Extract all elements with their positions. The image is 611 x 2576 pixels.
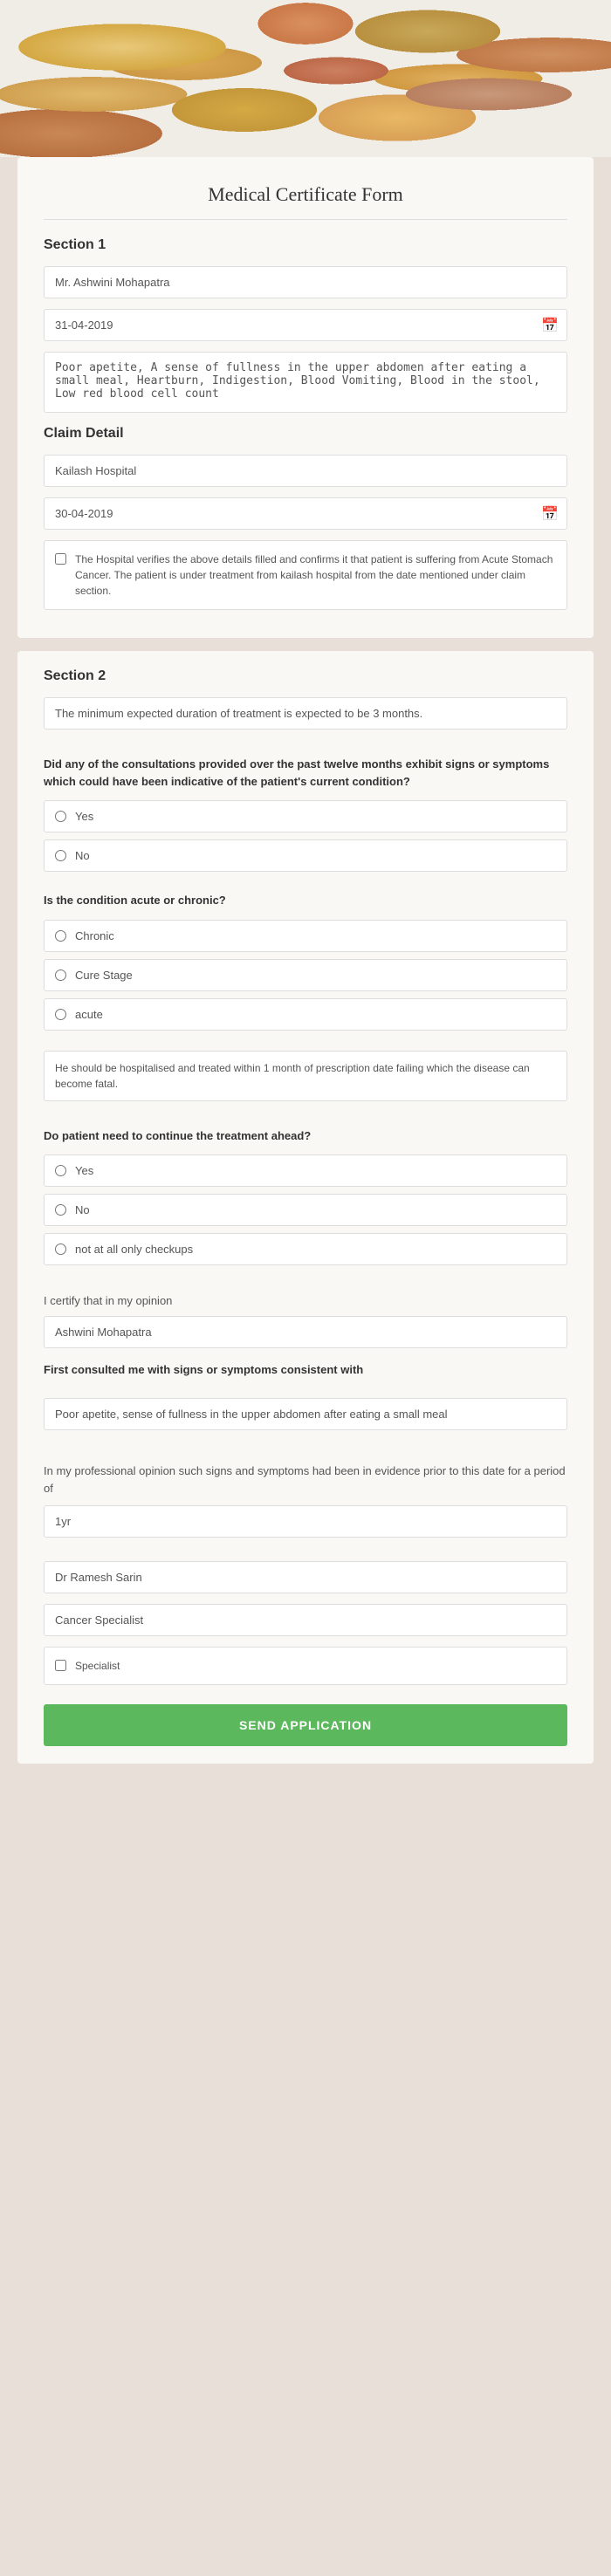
symptoms-textarea[interactable]: Poor apetite, A sense of fullness in the… — [44, 352, 567, 413]
notice-text: He should be hospitalised and treated wi… — [44, 1051, 567, 1101]
q3-no-label: No — [75, 1203, 90, 1216]
question2-text: Is the condition acute or chronic? — [44, 892, 567, 909]
specialist-checkbox-container[interactable]: Specialist — [44, 1647, 567, 1685]
date1-input[interactable] — [44, 309, 567, 341]
q2-curestage-option[interactable]: Cure Stage — [44, 959, 567, 991]
pills-background — [0, 0, 611, 157]
first-consulted-input[interactable] — [44, 1398, 567, 1430]
certify-name-input[interactable] — [44, 1316, 567, 1348]
q1-yes-radio[interactable] — [55, 811, 66, 822]
date2-input[interactable] — [44, 497, 567, 530]
q1-no-label: No — [75, 849, 90, 862]
q3-yes-radio[interactable] — [55, 1165, 66, 1176]
hospital-verify-checkbox[interactable] — [55, 553, 66, 565]
gap4 — [44, 1038, 567, 1051]
question3-text: Do patient need to continue the treatmen… — [44, 1127, 567, 1145]
calendar2-icon: 📅 — [541, 505, 559, 523]
q1-yes-option[interactable]: Yes — [44, 800, 567, 832]
q1-no-option[interactable]: No — [44, 839, 567, 872]
period-input[interactable] — [44, 1505, 567, 1538]
gap2 — [44, 743, 567, 756]
hero-image — [0, 0, 611, 157]
first-consulted-label: First consulted me with signs or symptom… — [44, 1363, 567, 1376]
gap9 — [44, 1548, 567, 1561]
claim-detail-title: Claim Detail — [44, 426, 567, 442]
hospital-name-input[interactable] — [44, 455, 567, 487]
date2-wrapper: 📅 — [44, 497, 567, 530]
send-application-button[interactable]: SEND APPLICATION — [44, 1704, 567, 1746]
q3-checkups-option[interactable]: not at all only checkups — [44, 1233, 567, 1265]
section2-title: Section 2 — [44, 668, 567, 684]
page-wrapper: Medical Certificate Form Section 1 📅 Poo… — [0, 0, 611, 1764]
q3-checkups-radio[interactable] — [55, 1243, 66, 1255]
q1-yes-label: Yes — [75, 810, 93, 823]
q2-acute-label: acute — [75, 1008, 103, 1021]
q3-checkups-label: not at all only checkups — [75, 1243, 193, 1256]
q2-acute-radio[interactable] — [55, 1009, 66, 1020]
q2-chronic-radio[interactable] — [55, 930, 66, 942]
specialist-checkbox-label: Specialist — [75, 1658, 120, 1674]
gap8 — [44, 1441, 567, 1454]
q3-no-option[interactable]: No — [44, 1194, 567, 1226]
q2-chronic-option[interactable]: Chronic — [44, 920, 567, 952]
q3-yes-label: Yes — [75, 1164, 93, 1177]
q1-no-radio[interactable] — [55, 850, 66, 861]
q2-curestage-radio[interactable] — [55, 969, 66, 981]
gap3 — [44, 879, 567, 892]
certify-label: I certify that in my opinion — [44, 1294, 567, 1307]
question1-text: Did any of the consultations provided ov… — [44, 756, 567, 790]
patient-name-input[interactable] — [44, 266, 567, 298]
hospital-verify-checkbox-container[interactable]: The Hospital verifies the above details … — [44, 540, 567, 610]
hospital-verify-label: The Hospital verifies the above details … — [75, 552, 556, 599]
q2-chronic-label: Chronic — [75, 929, 114, 942]
gap7 — [44, 1385, 567, 1398]
section2-wrapper: Section 2 The minimum expected duration … — [17, 651, 594, 1764]
section1-title: Section 1 — [44, 237, 567, 253]
q3-yes-option[interactable]: Yes — [44, 1154, 567, 1187]
gap6 — [44, 1272, 567, 1285]
form-title: Medical Certificate Form — [44, 183, 567, 206]
opinion-text: In my professional opinion such signs an… — [44, 1463, 567, 1497]
doctor-name-input[interactable] — [44, 1561, 567, 1593]
q2-curestage-label: Cure Stage — [75, 969, 133, 982]
duration-text: The minimum expected duration of treatme… — [44, 697, 567, 730]
form-container: Medical Certificate Form Section 1 📅 Poo… — [17, 157, 594, 638]
specialist-checkbox[interactable] — [55, 1660, 66, 1671]
q2-acute-option[interactable]: acute — [44, 998, 567, 1031]
gap5 — [44, 1114, 567, 1127]
gap1 — [0, 638, 611, 651]
title-divider — [44, 219, 567, 220]
date1-wrapper: 📅 — [44, 309, 567, 341]
calendar1-icon: 📅 — [541, 317, 559, 334]
q3-no-radio[interactable] — [55, 1204, 66, 1216]
specialist-type-input[interactable] — [44, 1604, 567, 1636]
